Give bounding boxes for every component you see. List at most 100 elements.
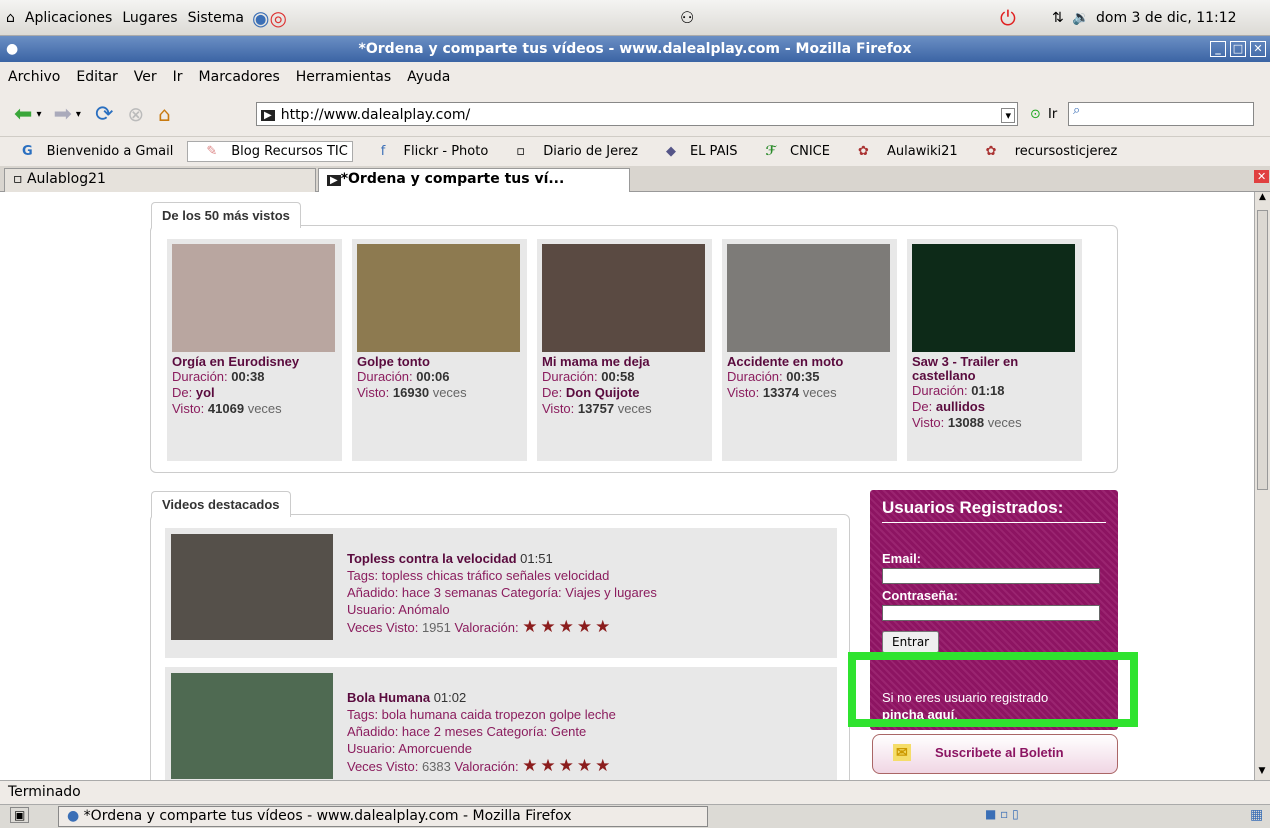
category-link[interactable]: Gente [551,724,586,739]
label: Duración: [542,369,598,384]
menu-ayuda[interactable]: Ayuda [407,69,450,85]
tab-aulablog21[interactable]: ▫ Aulablog21 [4,168,316,192]
video-card[interactable]: Accidente en moto Duración: 00:35 Visto:… [722,239,897,461]
volume-icon[interactable]: 🔉 [1072,10,1089,26]
password-field[interactable] [882,605,1100,621]
go-label[interactable]: Ir [1048,107,1057,122]
video-title[interactable]: Topless contra la velocidad [347,551,517,566]
video-tags[interactable]: Tags: bola humana caida tropezon golpe l… [347,706,616,723]
video-tags[interactable]: Tags: topless chicas tráfico señales vel… [347,567,657,584]
featured-item[interactable]: Bola Humana 01:02 Tags: bola humana caid… [165,667,837,780]
scroll-down-arrow[interactable]: ▼ [1255,766,1269,780]
trash-icon[interactable]: ▦ [1250,807,1263,823]
close-button[interactable]: ✕ [1250,41,1266,57]
video-duration: Duración: 00:35 [727,369,892,385]
bookmarks-toolbar: G Bienvenido a Gmail ✎ Blog Recursos TIC f… [0,136,1270,166]
newsletter-button[interactable]: ✉ Suscribete al Boletin [872,734,1118,774]
value: 16930 [392,385,430,400]
bookmark-diario[interactable]: ▫ Diario de Jerez [502,144,638,159]
bookmark-blog-recursos[interactable]: ✎ Blog Recursos TIC [187,141,353,162]
video-card[interactable]: Golpe tonto Duración: 00:06 Visto: 16930… [352,239,527,461]
window-title: *Ordena y comparte tus vídeos - www.dale… [358,41,912,57]
workspace-switcher[interactable]: ■ ▫ ▯ [985,807,1019,821]
bookmark-cnice[interactable]: ℱ CNICE [752,144,830,159]
video-user[interactable]: Usuario: Anómalo [347,601,657,618]
back-arrow-icon[interactable]: ⬅ [14,102,32,127]
video-thumbnail[interactable] [171,534,333,640]
close-tab-icon[interactable]: ✕ [1254,170,1270,183]
email-field[interactable] [882,568,1100,584]
reload-icon[interactable]: ⟳ [95,102,113,127]
video-title[interactable]: Bola Humana [347,690,430,705]
url-bar[interactable]: ▶ http://www.dalealplay.com/ ▾ [256,102,1018,126]
category-link[interactable]: Viajes y lugares [565,585,657,600]
video-card[interactable]: Mi mama me deja Duración: 00:58 De: Don … [537,239,712,461]
login-title: Usuarios Registrados: [882,498,1106,523]
video-thumbnail[interactable] [912,244,1075,352]
gnome-foot-icon[interactable]: ⌂ [6,10,15,26]
forward-arrow-icon[interactable]: ➡ [53,102,71,127]
login-submit-button[interactable]: Entrar [882,631,940,653]
video-title[interactable]: Saw 3 - Trailer en castellano [912,355,1077,383]
bookmark-elpais[interactable]: ◆ EL PAIS [652,144,738,159]
bookmark-flickr[interactable]: f Flickr - Photo [367,144,488,159]
video-title[interactable]: Orgía en Eurodisney [172,355,337,369]
menu-ver[interactable]: Ver [134,69,157,85]
video-title[interactable]: Mi mama me deja [542,355,707,369]
author-link[interactable]: aullidos [936,399,985,414]
menu-lugares[interactable]: Lugares [122,10,177,26]
bookmark-label: CNICE [790,144,830,159]
power-icon[interactable]: ⏻ [1000,6,1016,30]
author-link[interactable]: yol [196,385,215,400]
clock[interactable]: dom 3 de dic, 11:12 [1096,10,1237,26]
video-title[interactable]: Golpe tonto [357,355,522,369]
menu-aplicaciones[interactable]: Aplicaciones [25,10,112,26]
menu-marcadores[interactable]: Marcadores [199,69,280,85]
forward-dropdown-icon[interactable]: ▾ [76,109,81,120]
minimize-button[interactable]: _ [1210,41,1226,57]
video-card[interactable]: Orgía en Eurodisney Duración: 00:38 De: … [167,239,342,461]
back-dropdown-icon[interactable]: ▾ [36,109,41,120]
video-thumbnail[interactable] [172,244,335,352]
menu-ir[interactable]: Ir [173,69,183,85]
maximize-button[interactable]: □ [1230,41,1246,57]
url-dropdown-icon[interactable]: ▾ [1001,107,1015,123]
video-thumbnail[interactable] [542,244,705,352]
stop-icon[interactable]: ⊗ [127,102,144,126]
label: Categoría: [500,585,562,600]
search-icon: ⌕ [1073,103,1081,118]
url-text: http://www.dalealplay.com/ [280,107,471,123]
search-input[interactable]: ⌕ [1068,102,1254,126]
scroll-thumb[interactable] [1257,210,1268,490]
menu-archivo[interactable]: Archivo [8,69,60,85]
video-card[interactable]: Saw 3 - Trailer en castellano Duración: … [907,239,1082,461]
show-desktop-icon[interactable]: ▣ [10,807,30,823]
lifebuoy-icon[interactable]: ◎ [269,6,286,30]
featured-item[interactable]: Topless contra la velocidad 01:51 Tags: … [165,528,837,658]
scroll-up-arrow[interactable]: ▲ [1255,192,1270,206]
video-thumbnail[interactable] [171,673,333,779]
bookmark-gmail[interactable]: G Bienvenido a Gmail [8,144,173,159]
home-icon[interactable]: ⌂ [158,102,171,126]
menu-sistema[interactable]: Sistema [188,10,244,26]
taskbar-window-button[interactable]: ● *Ordena y comparte tus vídeos - www.da… [58,806,708,827]
author-link[interactable]: Don Quijote [566,385,640,400]
video-thumbnail[interactable] [357,244,520,352]
plug-icon: ⚇ [680,8,695,27]
rating-stars[interactable]: ★★★★★ [522,756,613,775]
rating-stars[interactable]: ★★★★★ [522,617,613,636]
globe-icon[interactable]: ◉ [252,6,269,30]
value: 01:18 [971,383,1005,398]
bookmark-aulawiki[interactable]: ✿ Aulawiki21 [844,144,958,159]
menu-editar[interactable]: Editar [76,69,117,85]
label: Añadido: hace 3 semanas [347,585,498,600]
video-thumbnail[interactable] [727,244,890,352]
video-title[interactable]: Accidente en moto [727,355,892,369]
go-icon[interactable]: ⊙ [1030,107,1041,122]
tab-dalealplay[interactable]: ▶ *Ordena y comparte tus ví... [318,168,630,192]
vertical-scrollbar[interactable]: ▲ ▼ [1254,192,1270,780]
menu-herramientas[interactable]: Herramientas [296,69,391,85]
bookmark-recursostic[interactable]: ✿ recursosticjerez [972,144,1118,159]
label: Veces Visto: [347,759,419,774]
video-user[interactable]: Usuario: Amorcuende [347,740,616,757]
